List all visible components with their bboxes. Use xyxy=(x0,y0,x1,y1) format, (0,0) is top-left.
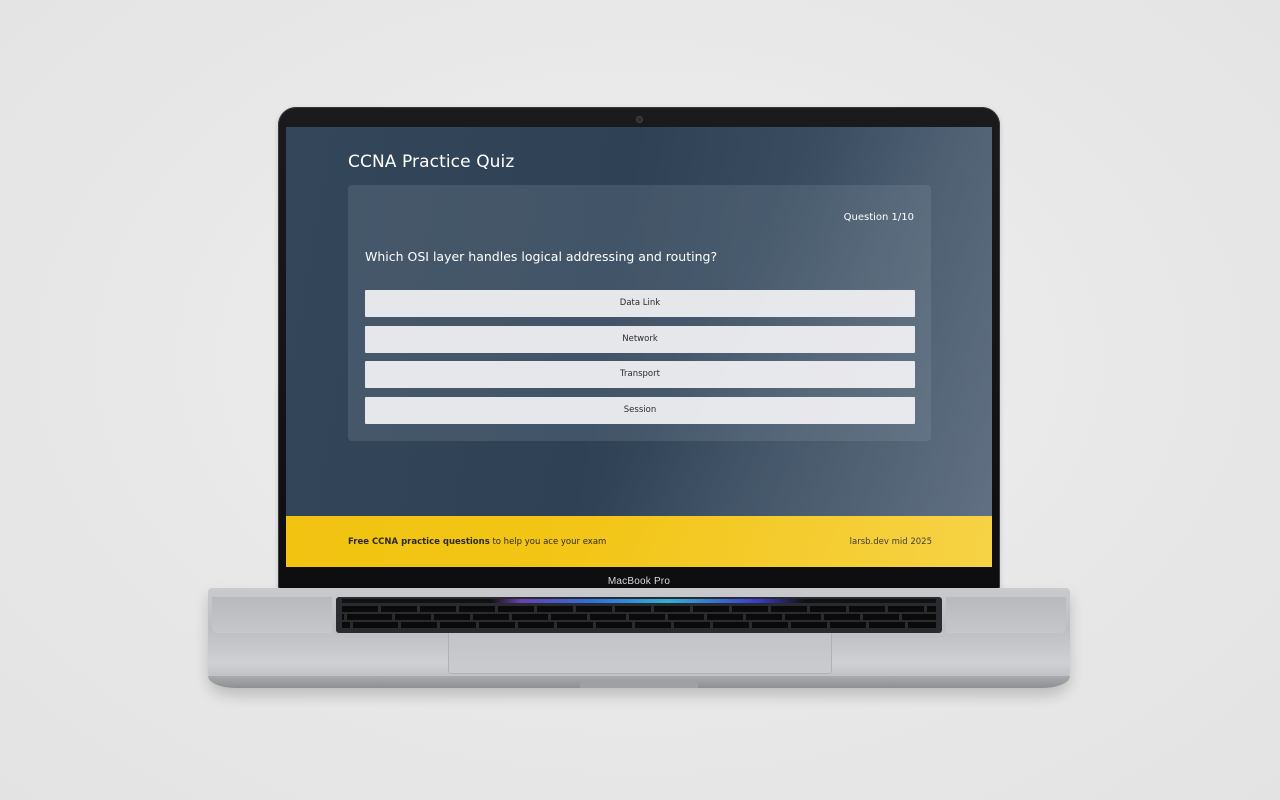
answer-button-session[interactable]: Session xyxy=(365,396,915,424)
touch-bar xyxy=(342,599,936,603)
footer-tagline: Free CCNA practice questions to help you… xyxy=(348,537,606,547)
product-mockup-scene: CCNA Practice Quiz Question 1/10 Which O… xyxy=(0,0,1280,800)
trackpad xyxy=(448,633,832,674)
answer-button-data-link[interactable]: Data Link xyxy=(365,290,915,317)
site-footer: Free CCNA practice questions to help you… xyxy=(286,516,992,567)
speaker-grille-right xyxy=(946,597,1066,633)
speaker-grille-left xyxy=(212,597,332,633)
webcam-icon xyxy=(637,117,642,122)
laptop-display: CCNA Practice Quiz Question 1/10 Which O… xyxy=(278,107,1000,590)
keyboard xyxy=(336,597,942,633)
footer-tagline-rest: to help you ace your exam xyxy=(489,537,607,547)
key-row xyxy=(342,622,936,628)
browser-viewport: CCNA Practice Quiz Question 1/10 Which O… xyxy=(286,127,992,567)
quiz-card: Question 1/10 Which OSI layer handles lo… xyxy=(348,185,931,441)
footer-credit-link[interactable]: larsb.dev mid 2025 xyxy=(850,537,932,547)
question-text: Which OSI layer handles logical addressi… xyxy=(365,249,718,264)
key-row xyxy=(342,606,936,612)
footer-tagline-bold: Free CCNA practice questions xyxy=(348,537,490,547)
key-row xyxy=(342,614,936,620)
answer-button-transport[interactable]: Transport xyxy=(365,361,915,388)
answer-button-network[interactable]: Network xyxy=(365,325,915,353)
page-title: CCNA Practice Quiz xyxy=(348,152,515,172)
question-counter: Question 1/10 xyxy=(843,212,914,223)
lid-opening-notch xyxy=(580,680,698,688)
laptop-base xyxy=(208,588,1070,688)
answer-list: Data Link Network Transport Session xyxy=(365,290,915,432)
device-brand-label: MacBook Pro xyxy=(607,576,671,587)
